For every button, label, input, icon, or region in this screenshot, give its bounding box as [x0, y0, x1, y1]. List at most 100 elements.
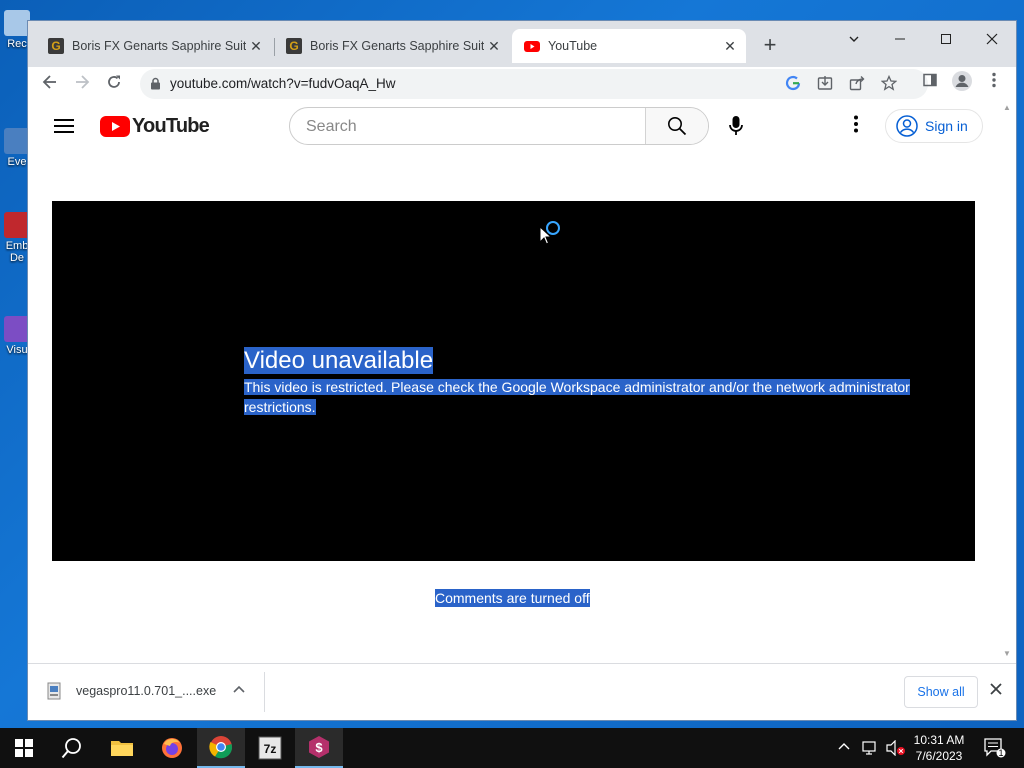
reload-button[interactable]	[100, 70, 128, 98]
desktop-icon-visual[interactable]: Visu	[4, 316, 30, 356]
installer-app-icon: $	[309, 736, 329, 758]
windows-logo-icon	[15, 739, 33, 757]
bookmark-star-icon[interactable]	[880, 74, 898, 93]
address-bar[interactable]: youtube.com/watch?v=fudvOaqA_Hw	[140, 69, 928, 99]
taskbar-file-explorer[interactable]	[98, 728, 146, 768]
account-circle-icon	[896, 115, 918, 137]
taskbar-installer-app[interactable]: $	[295, 728, 343, 768]
desktop-icon-recycle-bin[interactable]: Rec	[4, 10, 30, 50]
voice-search-mic-icon[interactable]	[728, 115, 744, 142]
desktop-icon-label: Rec	[7, 38, 27, 50]
app-shortcut-icon	[4, 212, 30, 238]
folder-icon	[111, 741, 133, 756]
back-button[interactable]	[36, 70, 64, 98]
youtube-logo[interactable]: YouTube	[100, 115, 210, 138]
video-unavailable-title: Video unavailable	[244, 347, 434, 374]
sign-in-button[interactable]: Sign in	[885, 109, 983, 143]
clock-date: 7/6/2023	[915, 749, 963, 763]
lock-icon[interactable]	[150, 77, 161, 95]
taskbar-7zip[interactable]: 7z	[246, 728, 294, 768]
url-text: youtube.com/watch?v=fudvOaqA_Hw	[170, 76, 396, 91]
close-tab-icon[interactable]: ✕	[484, 38, 504, 55]
download-file-name: vegaspro11.0.701_....exe	[76, 684, 217, 698]
clock-time: 10:31 AM	[913, 733, 965, 747]
exe-file-icon	[47, 682, 61, 700]
desktop-icon-eve[interactable]: Eve	[4, 128, 30, 168]
start-button[interactable]	[0, 728, 48, 768]
download-divider	[264, 672, 265, 712]
youtube-search-box[interactable]: Search	[289, 107, 709, 145]
boris-fx-favicon-icon: G	[48, 38, 64, 54]
browser-toolbar: youtube.com/watch?v=fudvOaqA_Hw	[28, 67, 1016, 101]
settings-more-icon[interactable]	[846, 115, 866, 139]
desktop-icon-emb[interactable]: Emb De	[4, 212, 30, 264]
close-tab-icon[interactable]: ✕	[720, 38, 740, 55]
taskbar-firefox[interactable]	[148, 728, 196, 768]
search-input[interactable]: Search	[306, 118, 357, 136]
desktop-icon-label: Visu	[6, 344, 28, 356]
recycle-bin-icon	[4, 10, 30, 36]
tab-youtube[interactable]: YouTube ✕	[512, 29, 746, 63]
video-player[interactable]: Video unavailable This video is restrict…	[52, 201, 975, 561]
search-icon	[668, 117, 687, 136]
download-shelf: vegaspro11.0.701_....exe Show all	[28, 663, 1016, 720]
maximize-button[interactable]	[923, 27, 969, 55]
svg-text:$: $	[315, 740, 323, 755]
desktop-icon-label: Emb De	[5, 240, 29, 264]
svg-text:7z: 7z	[264, 742, 277, 756]
notification-count-badge: 1	[998, 748, 1004, 758]
system-clock[interactable]: 10:31 AM 7/6/2023	[906, 732, 972, 764]
chrome-window: G Boris FX Genarts Sapphire Suite ✕ G Bo…	[28, 21, 1016, 720]
new-tab-button[interactable]: +	[758, 34, 782, 58]
chrome-menu-icon[interactable]	[980, 70, 1008, 98]
taskbar-search-button[interactable]	[48, 728, 96, 768]
action-center-button[interactable]: 1	[984, 738, 1006, 761]
profile-avatar-icon[interactable]	[948, 70, 976, 98]
google-lens-icon[interactable]	[784, 75, 802, 93]
comments-turned-off-text: Comments are turned off	[435, 589, 590, 607]
show-all-downloads-button[interactable]: Show all	[904, 676, 978, 708]
desktop-icon-label: Eve	[7, 156, 27, 168]
download-options-chevron-icon[interactable]	[233, 682, 245, 696]
page-scrollbar[interactable]: ▲ ▼	[1000, 101, 1016, 663]
scroll-up-arrow-icon[interactable]: ▲	[1003, 103, 1011, 112]
visual-studio-icon	[4, 316, 30, 342]
firefox-icon	[162, 738, 182, 758]
youtube-wordmark: YouTube	[132, 115, 210, 137]
install-app-icon[interactable]	[816, 75, 834, 93]
windows-taskbar: 7z $ 10:31 AM 7/6/2023 1	[0, 728, 1024, 768]
7zip-icon: 7z	[258, 736, 282, 760]
video-restricted-message: This video is restricted. Please check t…	[244, 379, 910, 415]
tab-search-dropdown-icon[interactable]	[831, 27, 877, 55]
close-window-button[interactable]	[969, 27, 1015, 55]
side-panel-icon[interactable]	[916, 70, 944, 98]
tab-title: YouTube	[548, 39, 598, 53]
chrome-icon	[209, 736, 233, 759]
mouse-cursor-icon	[539, 225, 553, 250]
sign-in-label: Sign in	[925, 118, 968, 134]
search-button[interactable]	[645, 108, 708, 144]
youtube-favicon-icon	[524, 38, 540, 54]
show-hidden-icons-chevron-icon[interactable]	[838, 740, 850, 755]
share-icon[interactable]	[848, 75, 866, 93]
taskbar-chrome[interactable]	[197, 728, 245, 768]
network-icon[interactable]	[862, 740, 880, 759]
tab-strip: G Boris FX Genarts Sapphire Suite ✕ G Bo…	[28, 21, 1016, 67]
youtube-page: YouTube Search Sign in Video unavailable…	[28, 101, 1000, 663]
boris-fx-favicon-icon: G	[286, 38, 302, 54]
tab-title: Boris FX Genarts Sapphire Suite	[72, 39, 246, 53]
tab-boris-fx-1[interactable]: G Boris FX Genarts Sapphire Suite ✕	[36, 29, 272, 63]
tab-title: Boris FX Genarts Sapphire Suite ...	[310, 39, 484, 53]
forward-button[interactable]	[68, 70, 96, 98]
app-shortcut-icon	[4, 128, 30, 154]
scroll-down-arrow-icon[interactable]: ▼	[1003, 649, 1011, 658]
hamburger-menu-icon[interactable]	[54, 117, 74, 140]
download-item[interactable]: vegaspro11.0.701_....exe	[46, 682, 216, 700]
close-download-shelf-icon[interactable]	[990, 682, 1002, 700]
youtube-play-logo-icon	[100, 116, 130, 137]
tab-boris-fx-2[interactable]: G Boris FX Genarts Sapphire Suite ... ✕	[274, 29, 510, 63]
close-tab-icon[interactable]: ✕	[246, 38, 266, 55]
minimize-button[interactable]	[877, 27, 923, 55]
search-icon	[61, 738, 81, 759]
volume-muted-icon[interactable]	[886, 739, 906, 759]
